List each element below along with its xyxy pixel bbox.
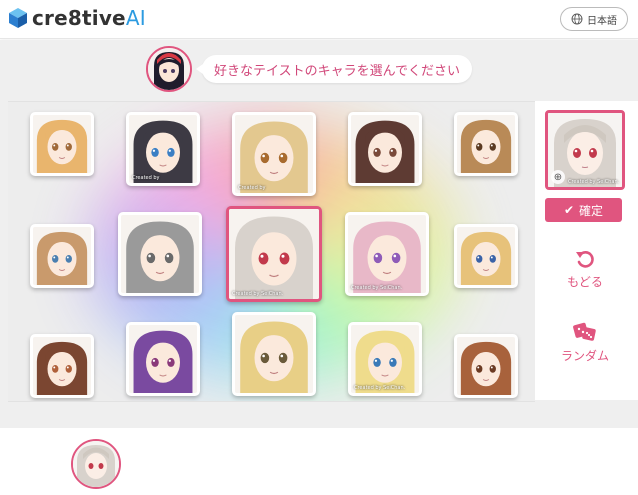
side-panel: ⊕ Created by SeiChan. ✔ 確定 もどる ランダム bbox=[535, 101, 638, 400]
character-grid: Created by Created by Created by SeiChan. C… bbox=[8, 101, 535, 402]
character-portrait bbox=[33, 337, 91, 395]
undo-icon bbox=[576, 251, 594, 268]
card-credit: Created by SeiChan. bbox=[354, 385, 406, 391]
card-credit: Created by SeiChan. bbox=[351, 285, 403, 291]
card-credit: Created by bbox=[132, 175, 160, 181]
back-button[interactable]: もどる bbox=[545, 247, 625, 290]
character-portrait bbox=[235, 315, 313, 393]
confirm-button[interactable]: ✔ 確定 bbox=[545, 198, 622, 222]
guide-avatar-image bbox=[148, 48, 190, 90]
logo-text: cre8tiveAI bbox=[32, 6, 146, 30]
character-card[interactable]: Created by SeiChan. bbox=[345, 212, 429, 296]
app-header: cre8tiveAI 日本語 bbox=[0, 0, 638, 39]
prompt-bubble: 好きなテイストのキャラを選んでください bbox=[196, 55, 472, 83]
card-credit: Created by bbox=[238, 185, 266, 191]
random-button[interactable]: ランダム bbox=[545, 321, 625, 364]
character-portrait bbox=[129, 115, 197, 183]
zoom-icon[interactable]: ⊕ bbox=[551, 170, 565, 184]
character-card[interactable] bbox=[348, 112, 422, 186]
character-portrait bbox=[229, 209, 319, 299]
character-card[interactable] bbox=[30, 224, 94, 288]
check-icon: ✔ bbox=[563, 203, 575, 217]
character-portrait bbox=[351, 325, 419, 393]
selected-preview[interactable]: ⊕ Created by SeiChan. bbox=[545, 110, 625, 190]
logo[interactable]: cre8tiveAI bbox=[8, 6, 146, 30]
character-card[interactable]: Created by bbox=[126, 112, 200, 186]
character-card[interactable] bbox=[454, 334, 518, 398]
character-card[interactable] bbox=[126, 322, 200, 396]
character-portrait bbox=[457, 227, 515, 285]
guide-avatar bbox=[146, 46, 192, 92]
globe-icon bbox=[571, 13, 583, 25]
selected-avatar-image bbox=[73, 441, 119, 487]
random-label: ランダム bbox=[560, 349, 609, 363]
character-portrait bbox=[348, 215, 426, 293]
character-card[interactable] bbox=[118, 212, 202, 296]
character-card[interactable] bbox=[454, 224, 518, 288]
character-card[interactable] bbox=[30, 112, 94, 176]
language-button[interactable]: 日本語 bbox=[560, 7, 628, 31]
character-portrait bbox=[33, 115, 91, 173]
character-card[interactable]: Created by SeiChan. bbox=[226, 206, 322, 302]
character-card[interactable]: Created by bbox=[232, 112, 316, 196]
character-portrait bbox=[235, 115, 313, 193]
character-portrait bbox=[33, 227, 91, 285]
confirm-label: 確定 bbox=[579, 203, 604, 218]
back-label: もどる bbox=[567, 275, 603, 289]
character-card[interactable] bbox=[30, 334, 94, 398]
character-card[interactable] bbox=[232, 312, 316, 396]
character-portrait bbox=[351, 115, 419, 183]
language-label: 日本語 bbox=[587, 15, 617, 27]
card-credit: Created by SeiChan. bbox=[232, 291, 284, 297]
character-portrait bbox=[457, 337, 515, 395]
selected-avatar[interactable] bbox=[71, 439, 121, 489]
dice-icon bbox=[573, 322, 596, 341]
character-portrait bbox=[129, 325, 197, 393]
logo-text-ai: AI bbox=[125, 6, 146, 30]
character-portrait bbox=[121, 215, 199, 293]
logo-cube-icon bbox=[9, 8, 27, 28]
preview-credit: Created by SeiChan. bbox=[568, 179, 620, 185]
character-card[interactable] bbox=[454, 112, 518, 176]
character-card[interactable]: Created by SeiChan. bbox=[348, 322, 422, 396]
character-portrait bbox=[457, 115, 515, 173]
